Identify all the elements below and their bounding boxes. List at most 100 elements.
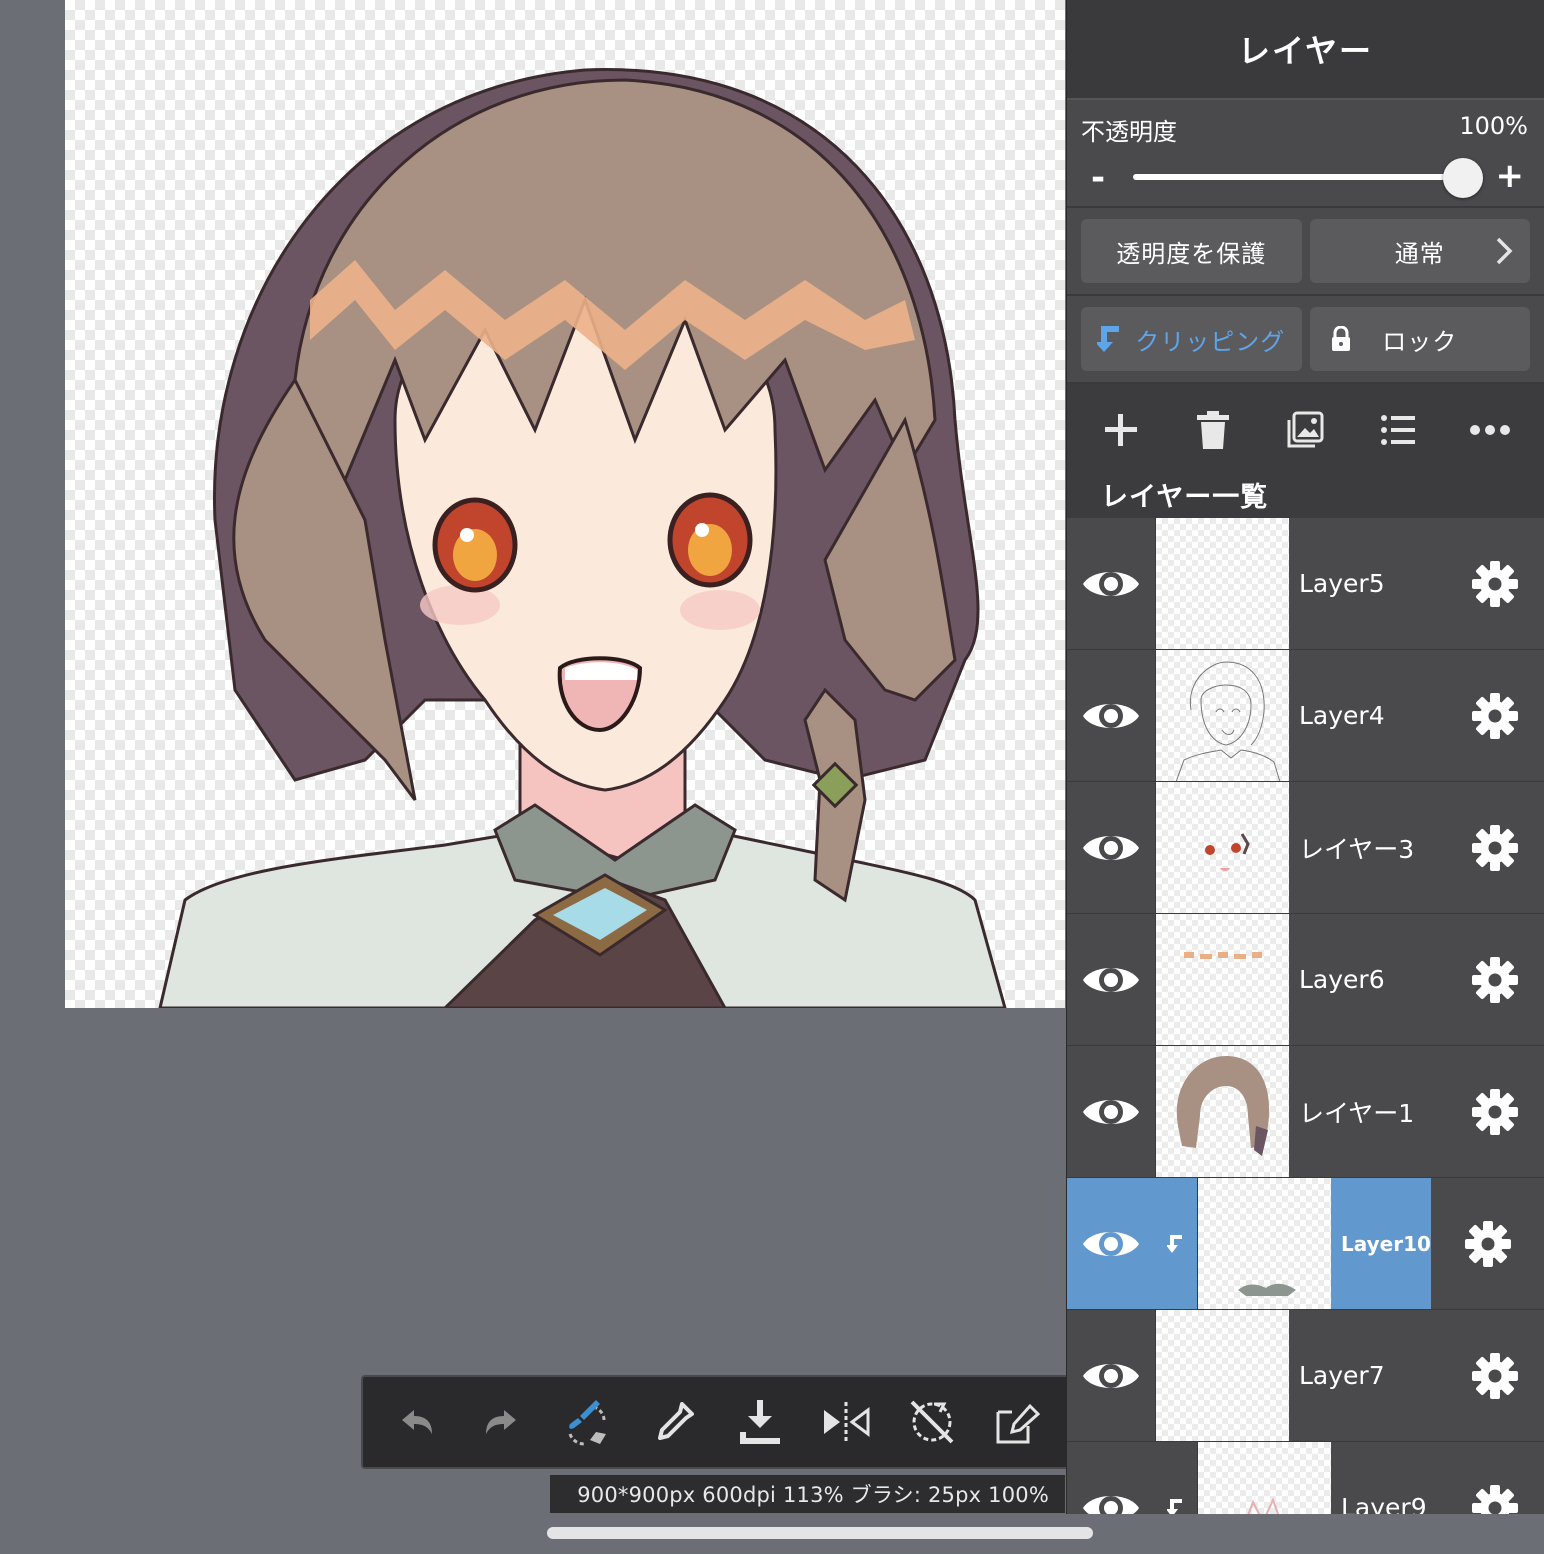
delete-layer-button[interactable] (1181, 398, 1245, 462)
layer-settings-button[interactable] (1445, 1442, 1544, 1514)
undo-button[interactable] (373, 1378, 459, 1466)
layer-settings-button[interactable] (1445, 914, 1544, 1045)
brush-eraser-swap-icon (568, 1400, 606, 1446)
brush-eraser-swap-button[interactable] (545, 1378, 631, 1466)
visibility-toggle[interactable] (1067, 782, 1155, 913)
layer-thumbnail[interactable] (1155, 518, 1289, 649)
eye-icon (1083, 835, 1139, 860)
image-layers-icon (1287, 411, 1324, 448)
eye-icon (1083, 1099, 1139, 1124)
lock-icon (1330, 326, 1352, 352)
layer-settings-button[interactable] (1445, 782, 1544, 913)
layer-thumbnail[interactable] (1155, 782, 1289, 913)
transform-select-icon (996, 1403, 1041, 1444)
opacity-control: 不透明度 100% - + (1067, 100, 1544, 208)
layer-settings-button[interactable] (1445, 518, 1544, 649)
visibility-toggle[interactable] (1067, 1310, 1155, 1441)
layer-row[interactable]: レイヤー1 (1067, 1046, 1544, 1178)
panel-title: レイヤー (1237, 32, 1374, 70)
redo-icon (486, 1410, 516, 1434)
fill-button[interactable] (717, 1378, 803, 1466)
layer-name[interactable]: Layer6 (1289, 914, 1445, 1045)
visibility-toggle[interactable] (1067, 1442, 1155, 1514)
canvas-status-bar: 900*900px 600dpi 113% ブラシ: 25px 100% (550, 1475, 1065, 1513)
add-layer-button[interactable] (1089, 398, 1153, 462)
opacity-decrease-button[interactable]: - (1091, 158, 1105, 198)
visibility-toggle[interactable] (1067, 518, 1155, 649)
layer-settings-button[interactable] (1445, 650, 1544, 781)
layer-row[interactable]: レイヤー3 (1067, 782, 1544, 914)
layer-thumbnail[interactable] (1155, 1046, 1289, 1177)
blend-mode-label: 通常 (1394, 239, 1445, 268)
layer-name[interactable]: Layer9 (1331, 1442, 1445, 1514)
layer-settings-button[interactable] (1445, 1310, 1544, 1441)
eye-icon (1083, 703, 1139, 728)
eye-icon (1083, 571, 1139, 596)
visibility-toggle[interactable] (1067, 1178, 1155, 1309)
blend-mode-button[interactable]: 通常 (1309, 219, 1530, 283)
gear-icon (1472, 824, 1518, 871)
layer-row[interactable]: Layer7 (1067, 1310, 1544, 1442)
rotate-snap-button[interactable] (889, 1378, 975, 1466)
opacity-value: 100% (1459, 112, 1528, 140)
clipping-indicator (1155, 1178, 1197, 1309)
layer-list-title: レイヤー一覧 (1101, 482, 1269, 513)
gear-icon (1472, 956, 1518, 1003)
layer-name[interactable]: レイヤー3 (1289, 782, 1445, 913)
layer-settings-button[interactable] (1431, 1178, 1544, 1309)
layer-image-button[interactable] (1273, 398, 1337, 462)
opacity-slider-track[interactable] (1133, 174, 1463, 180)
panel-header: レイヤー (1067, 0, 1544, 100)
layer-row[interactable]: Layer6 (1067, 914, 1544, 1046)
more-horizontal-icon (1469, 425, 1510, 435)
layer-name[interactable]: Layer5 (1289, 518, 1445, 649)
opacity-increase-button[interactable]: + (1496, 156, 1525, 196)
opacity-label: 不透明度 (1081, 118, 1177, 146)
layer-thumbnail[interactable] (1155, 650, 1289, 781)
layer-panel: レイヤー 不透明度 100% - + 透明度を保護 通常 クリッピング ロック (1066, 0, 1544, 1514)
clipping-indicator (1155, 1442, 1197, 1514)
layer-row[interactable]: Layer4 (1067, 650, 1544, 782)
transform-button[interactable] (975, 1378, 1061, 1466)
eyedropper-button[interactable] (631, 1378, 717, 1466)
layer-name[interactable]: Layer4 (1289, 650, 1445, 781)
layer-list: Layer5 Layer4 レイヤー3 Layer6 レイヤー1 Layer10… (1067, 518, 1544, 1514)
opacity-slider-thumb[interactable] (1443, 158, 1483, 198)
more-options-button[interactable] (1458, 398, 1522, 462)
visibility-toggle[interactable] (1067, 1046, 1155, 1177)
clipping-label: クリッピング (1135, 327, 1286, 356)
layer-name[interactable]: Layer10 (1331, 1178, 1431, 1309)
layer-thumbnail[interactable] (1155, 914, 1289, 1045)
lock-button[interactable]: ロック (1309, 307, 1530, 371)
redo-button[interactable] (459, 1378, 545, 1466)
layer-row[interactable]: Layer5 (1067, 518, 1544, 650)
layer-name[interactable]: Layer7 (1289, 1310, 1445, 1441)
layer-row[interactable]: Layer10 (1067, 1178, 1544, 1310)
clipping-button[interactable]: クリッピング (1081, 307, 1302, 371)
clip-lock-row: クリッピング ロック (1067, 296, 1544, 384)
gear-icon (1472, 1484, 1518, 1514)
layer-settings-button[interactable] (1445, 1046, 1544, 1177)
list-icon (1380, 415, 1415, 445)
eye-icon (1083, 1363, 1139, 1388)
visibility-toggle[interactable] (1067, 914, 1155, 1045)
drawing-canvas[interactable] (65, 0, 1065, 1008)
visibility-toggle[interactable] (1067, 650, 1155, 781)
layer-row[interactable]: Layer9 (1067, 1442, 1544, 1514)
chevron-right-icon (1496, 237, 1513, 265)
canvas-area[interactable] (0, 0, 1066, 1554)
home-indicator[interactable] (547, 1527, 1093, 1539)
eye-icon (1083, 1495, 1139, 1514)
protect-alpha-button[interactable]: 透明度を保護 (1081, 219, 1302, 283)
clip-arrow-icon (1167, 1234, 1182, 1253)
canvas-info-text: 900*900px 600dpi 113% ブラシ: 25px 100% (577, 1483, 1049, 1507)
layer-thumbnail[interactable] (1197, 1442, 1331, 1514)
protect-alpha-label: 透明度を保護 (1116, 239, 1267, 268)
layer-thumbnail[interactable] (1197, 1178, 1331, 1309)
layer-thumbnail[interactable] (1155, 1310, 1289, 1441)
blend-row: 透明度を保護 通常 (1067, 208, 1544, 296)
flip-horizontal-button[interactable] (803, 1378, 889, 1466)
layer-list-button[interactable] (1366, 398, 1430, 462)
trash-icon (1197, 411, 1230, 449)
layer-name[interactable]: レイヤー1 (1289, 1046, 1445, 1177)
